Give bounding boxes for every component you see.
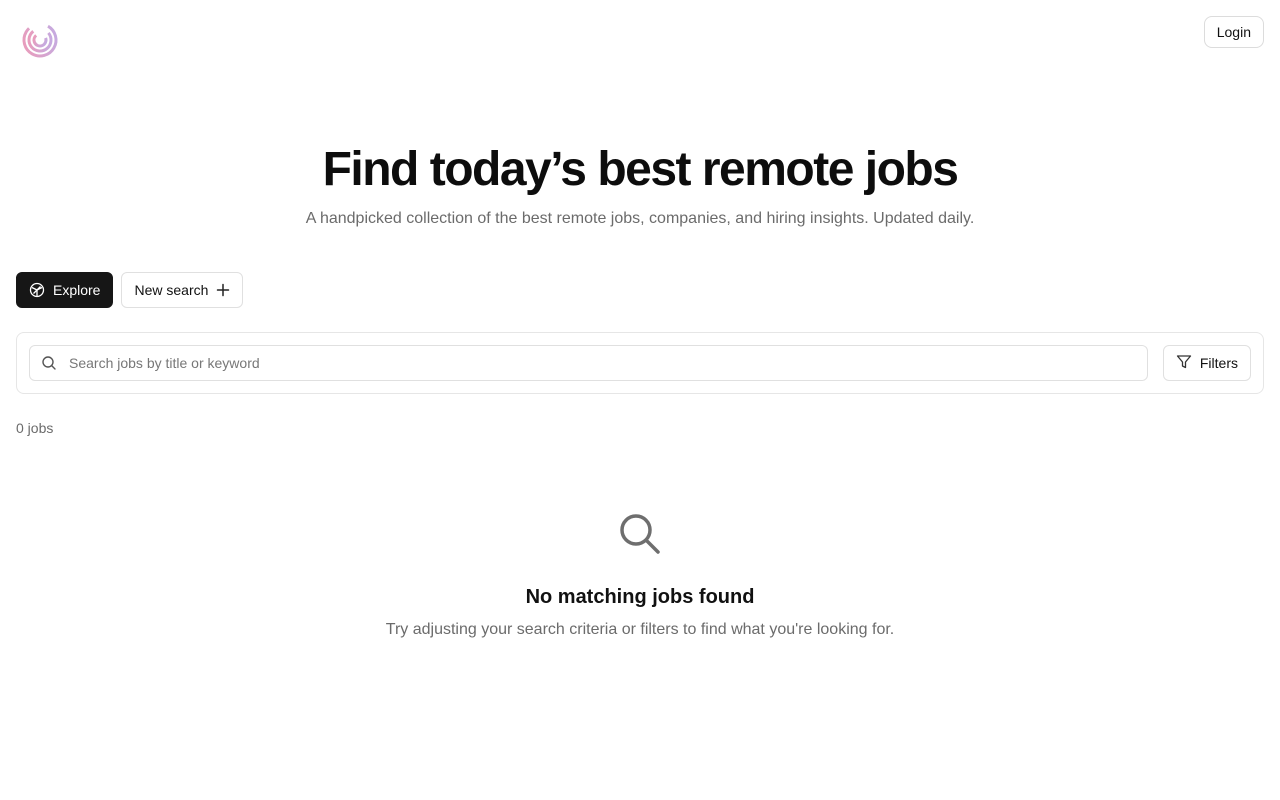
tab-explore[interactable]: Explore [16,272,114,308]
empty-search-icon [618,512,662,556]
page: Login Find today’s best remote jobs A ha… [0,0,1280,800]
swirl-logo-svg [22,22,58,58]
search-panel: Filters [16,332,1264,394]
job-count: 0 jobs [16,420,54,436]
search-box[interactable] [29,345,1148,381]
plus-icon [216,283,230,297]
search-tabs: Explore New search [16,272,244,308]
compass-icon [29,282,45,298]
tab-explore-label: Explore [53,282,101,298]
filters-label: Filters [1199,355,1238,371]
page-subtitle: A handpicked collection of the best remo… [305,210,975,227]
funnel-icon [1176,354,1192,373]
page-title: Find today’s best remote jobs [322,143,959,196]
search-input[interactable] [69,346,1147,380]
search-icon [41,355,57,371]
tab-new-search[interactable]: New search [121,272,244,308]
filters-button[interactable]: Filters [1162,345,1251,381]
empty-state-title: No matching jobs found [525,586,755,608]
login-button[interactable]: Login [1203,16,1264,48]
empty-state-description: Try adjusting your search criteria or fi… [385,621,895,638]
brand-logo-icon[interactable] [20,20,60,60]
tab-new-search-label: New search [134,282,209,298]
